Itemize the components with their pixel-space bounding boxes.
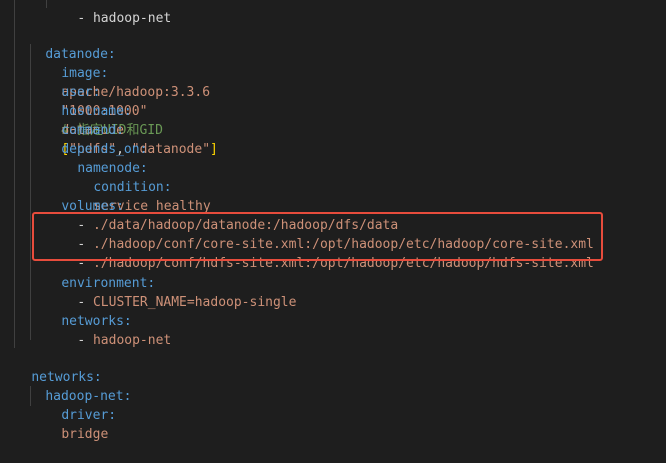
code-line: networks: bbox=[0, 349, 101, 385]
code-editor[interactable]: - hadoop-net datanode: image: apache/had… bbox=[0, 0, 666, 444]
code-line: condition: service_healthy bbox=[62, 159, 210, 214]
code-line: networks: bbox=[30, 293, 131, 329]
code-key: driver: bbox=[61, 408, 117, 423]
code-line: namenode: bbox=[46, 140, 147, 176]
code-line: - CLUSTER_NAME=hadoop-single bbox=[46, 274, 296, 310]
code-line: - hadoop-net bbox=[46, 312, 171, 348]
code-line: image: apache/hadoop:3.3.6 bbox=[30, 45, 210, 100]
code-line: - ./data/hadoop/datanode:/hadoop/dfs/dat… bbox=[46, 197, 398, 233]
code-line: environment: bbox=[30, 255, 155, 291]
code-value: bridge bbox=[61, 427, 109, 442]
code-value: hadoop-net bbox=[92, 333, 172, 348]
code-line: - ./hadoop/conf/hdfs-site.xml:/opt/hadoo… bbox=[46, 235, 594, 271]
code-line: datanode: bbox=[14, 26, 115, 62]
code-line: - hadoop-net bbox=[46, 0, 171, 26]
code-line: hostname: datanode bbox=[30, 83, 131, 138]
code-text: - hadoop-net bbox=[77, 11, 172, 26]
code-line: command: ["hdfs", "datanode"] bbox=[30, 102, 218, 157]
code-line: - ./hadoop/conf/core-site.xml:/opt/hadoo… bbox=[46, 216, 594, 252]
code-line: driver: bridge bbox=[30, 387, 116, 442]
code-line: user: "1000:1000" # 指定UID和GID bbox=[30, 64, 163, 138]
code-line: volumes: bbox=[30, 178, 124, 214]
code-line: hadoop-net: bbox=[14, 368, 131, 404]
code-value: ./hadoop/conf/hdfs-site.xml:/opt/hadoop/… bbox=[92, 256, 594, 271]
code-bracket: ] bbox=[210, 142, 218, 157]
code-line: depends_on: bbox=[30, 121, 147, 157]
code-dash: - bbox=[77, 333, 93, 348]
